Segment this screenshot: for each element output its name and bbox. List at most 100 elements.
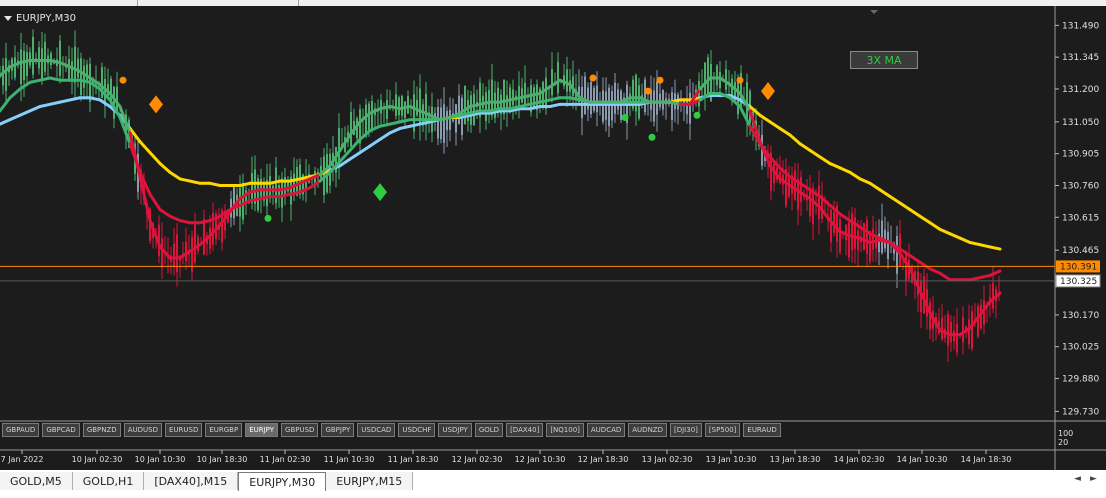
tab-eurjpy-m15[interactable]: EURJPY,M15 bbox=[326, 472, 414, 490]
chart-window[interactable]: 131.490 131.345 131.200 131.050 130.905 130.7… bbox=[0, 6, 1106, 470]
candle-body bbox=[581, 86, 583, 119]
tab-eurjpy-m30[interactable]: EURJPY,M30 bbox=[238, 472, 327, 491]
ma-mid-segment bbox=[518, 102, 532, 109]
symbol-button-dax40[interactable]: [DAX40] bbox=[506, 423, 544, 437]
three-ma-button[interactable]: 3X MA bbox=[850, 51, 918, 69]
tab-scroll-right-icon[interactable]: ► bbox=[1090, 474, 1097, 484]
symbol-button-eurjpy[interactable]: EURJPY bbox=[245, 423, 279, 437]
symbol-button-gold[interactable]: GOLD bbox=[474, 423, 504, 437]
candle-body bbox=[485, 92, 487, 121]
ma-fast-segment bbox=[278, 186, 292, 192]
symbol-button-sp500[interactable]: [SP500] bbox=[704, 423, 741, 437]
ma-slow-segment bbox=[548, 102, 562, 109]
symbol-button-usdjpy[interactable]: USDJPY bbox=[438, 423, 472, 437]
symbol-button-gbpaud[interactable]: GBPAUD bbox=[2, 423, 40, 437]
ma-slow-segment bbox=[968, 241, 982, 247]
ma-mid-segment bbox=[238, 199, 252, 207]
candle-body bbox=[662, 89, 664, 110]
candle-body bbox=[566, 69, 568, 92]
candle-body bbox=[71, 61, 73, 79]
price-chart[interactable]: 131.490 131.345 131.200 131.050 130.905 130.7… bbox=[0, 6, 1106, 470]
candle-body bbox=[857, 230, 859, 250]
ma-slow-segment bbox=[408, 122, 422, 128]
candle-body bbox=[74, 46, 76, 83]
symbol-button-audusd[interactable]: AUDUSD bbox=[123, 423, 162, 437]
chevron-down-icon[interactable] bbox=[4, 16, 12, 21]
candle-body bbox=[659, 93, 661, 108]
symbol-button-gbpusd[interactable]: GBPUSD bbox=[281, 423, 319, 437]
ma-slow-segment bbox=[398, 124, 412, 130]
tab-gold-m5[interactable]: GOLD,M5 bbox=[0, 472, 73, 490]
x-tick-label: 10 Jan 02:30 bbox=[72, 455, 123, 464]
ma-fast-segment bbox=[518, 94, 532, 100]
symbol-button-usdcad[interactable]: USDCAD bbox=[357, 423, 396, 437]
ma-fast-segment bbox=[848, 234, 862, 240]
ma-slow-segment bbox=[818, 155, 832, 166]
ma-mid-segment bbox=[48, 76, 62, 82]
candle-body bbox=[794, 170, 796, 200]
candle-body bbox=[449, 109, 451, 131]
candle-body bbox=[992, 283, 994, 309]
chart-tabs: GOLD,M5 GOLD,H1 [DAX40],M15 EURJPY,M30 EURJP… bbox=[0, 472, 414, 492]
ma-slow-segment bbox=[528, 105, 542, 111]
tab-gold-h1[interactable]: GOLD,H1 bbox=[72, 472, 145, 490]
symbol-button-eurusd[interactable]: EURUSD bbox=[164, 423, 203, 437]
ma-mid-segment bbox=[198, 219, 212, 225]
ma-mid-segment bbox=[398, 118, 412, 124]
symbol-button-usdchf[interactable]: USDCHF bbox=[398, 423, 436, 437]
candle-body bbox=[233, 187, 235, 219]
symbol-button-eurgbp[interactable]: EURGBP bbox=[205, 423, 243, 437]
candle-body bbox=[161, 238, 163, 268]
chart-title[interactable]: EURJPY,M30 bbox=[4, 13, 76, 24]
candle-body bbox=[518, 85, 520, 106]
ma-fast-segment bbox=[878, 238, 892, 245]
symbol-timeframe-label: EURJPY,M30 bbox=[16, 13, 76, 24]
tab-scroll-left-icon[interactable]: ◄ bbox=[1074, 474, 1081, 484]
symbol-button-gbpcad[interactable]: GBPCAD bbox=[42, 423, 80, 437]
ma-slow-segment bbox=[948, 232, 962, 240]
candle-body bbox=[851, 213, 853, 251]
candle-body bbox=[59, 40, 61, 76]
ma-fast-segment bbox=[388, 105, 402, 111]
symbol-button-gbpnzd[interactable]: GBPNZD bbox=[82, 423, 121, 437]
ma-slow-segment bbox=[388, 126, 402, 135]
indicator-scale-label: 100 bbox=[1058, 429, 1073, 438]
x-tick-label: 14 Jan 18:30 bbox=[961, 455, 1012, 464]
ma-mid-segment bbox=[288, 190, 302, 196]
symbol-button-dji30[interactable]: [DJI30] bbox=[670, 423, 702, 437]
tab--dax40--m15[interactable]: [DAX40],M15 bbox=[144, 472, 239, 490]
candle-body bbox=[848, 222, 850, 258]
y-tick-label: 130.760 bbox=[1062, 181, 1099, 191]
candle-body bbox=[707, 57, 709, 94]
ma-fast-segment bbox=[438, 115, 452, 122]
symbol-button-gbpjpy[interactable]: GBPJPY bbox=[321, 423, 355, 437]
candle-body bbox=[23, 50, 25, 81]
symbol-button-audcad[interactable]: AUDCAD bbox=[586, 423, 626, 437]
candle-body bbox=[653, 90, 655, 122]
candle-body bbox=[512, 89, 514, 106]
chart-shift-marker-icon[interactable] bbox=[870, 10, 878, 14]
candle-body bbox=[602, 90, 604, 122]
candle-body bbox=[458, 95, 460, 125]
candle-body bbox=[509, 87, 511, 108]
ma-mid-segment bbox=[908, 254, 922, 264]
ma-fast-segment bbox=[48, 58, 62, 65]
ma-slow-segment bbox=[858, 177, 872, 185]
candle-body bbox=[863, 223, 865, 251]
ma-slow-segment bbox=[208, 181, 222, 187]
indicator-scale-label: 20 bbox=[1058, 438, 1068, 447]
ma-mid-segment bbox=[158, 208, 172, 218]
candle-body bbox=[614, 82, 616, 114]
candle-body bbox=[398, 97, 400, 116]
candle-body bbox=[941, 317, 943, 340]
x-tick-label: 12 Jan 18:30 bbox=[578, 455, 629, 464]
candle-body bbox=[113, 86, 115, 119]
ma-mid-segment bbox=[278, 192, 292, 198]
candle-body bbox=[269, 175, 271, 199]
symbol-button-euraud[interactable]: EURAUD bbox=[743, 423, 781, 437]
candle-body bbox=[725, 69, 727, 90]
symbol-button-audnzd[interactable]: AUDNZD bbox=[628, 423, 667, 437]
symbol-button-nq100[interactable]: [NQ100] bbox=[546, 423, 584, 437]
ma-slow-segment bbox=[798, 142, 812, 152]
x-tick-label: 11 Jan 10:30 bbox=[324, 455, 375, 464]
